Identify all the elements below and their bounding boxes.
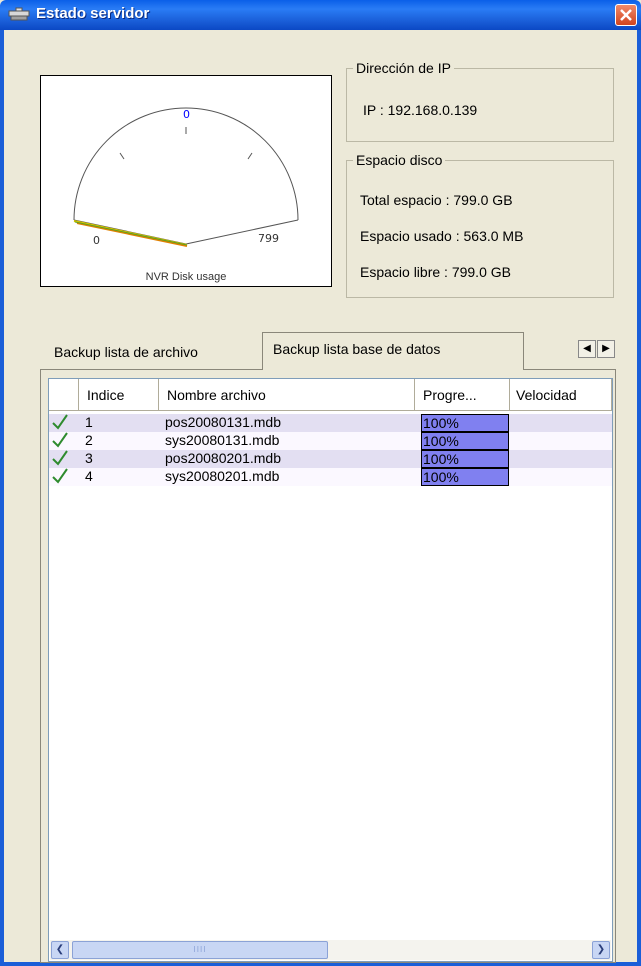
row-progress: 100% <box>421 414 509 432</box>
gauge-top-label: 0 <box>183 108 190 121</box>
tab-file-backup-list[interactable]: Backup lista de archivo <box>54 344 198 360</box>
window-title: Estado servidor <box>36 5 150 22</box>
title-bar: Estado servidor <box>0 0 641 30</box>
table-row[interactable]: 2 sys20080131.mdb 100% <box>49 432 612 450</box>
row-index: 4 <box>85 468 93 484</box>
list-header: Indice Nombre archivo Progre... Velocida… <box>49 379 612 411</box>
gauge-tick <box>119 152 125 160</box>
gauge-max-line <box>185 219 299 245</box>
window-frame <box>637 30 641 966</box>
gauge-tick <box>247 152 253 160</box>
ip-group-legend: Dirección de IP <box>356 60 451 76</box>
horizontal-scrollbar[interactable]: ❮ IIII ❯ <box>50 940 611 960</box>
table-row[interactable]: 1 pos20080131.mdb 100% <box>49 414 612 432</box>
column-header-speed[interactable]: Velocidad <box>510 379 612 411</box>
gauge-min-label: 0 <box>93 234 100 247</box>
row-filename: pos20080201.mdb <box>165 450 281 466</box>
gauge-drawing: 0 0 799 <box>73 107 299 247</box>
disk-total: Total espacio : 799.0 GB <box>360 192 513 208</box>
checkmark-icon <box>52 450 68 466</box>
close-button[interactable] <box>615 4 637 26</box>
gauge-arc <box>73 107 299 221</box>
scrollbar-thumb[interactable]: IIII <box>72 941 328 959</box>
checkmark-icon <box>52 468 68 484</box>
close-icon <box>620 9 632 21</box>
column-header-index[interactable]: Indice <box>79 379 159 411</box>
ip-address: IP : 192.168.0.139 <box>363 102 478 118</box>
table-row[interactable]: 3 pos20080201.mdb 100% <box>49 450 612 468</box>
arrow-right-icon: ❯ <box>596 944 606 955</box>
gauge-needle <box>73 220 188 247</box>
disk-usage-gauge: 0 0 799 NVR Disk usage <box>40 75 332 287</box>
disk-used: Espacio usado : 563.0 MB <box>360 228 524 244</box>
gauge-max-label: 799 <box>258 232 279 245</box>
row-filename: pos20080131.mdb <box>165 414 281 430</box>
tab-scroll-left-button[interactable]: ◀ <box>578 340 596 358</box>
backup-file-list[interactable]: Indice Nombre archivo Progre... Velocida… <box>48 378 613 962</box>
tab-scroll-right-button[interactable]: ▶ <box>597 340 615 358</box>
row-index: 1 <box>85 414 93 430</box>
table-row[interactable]: 4 sys20080201.mdb 100% <box>49 468 612 486</box>
tab-database-backup-list[interactable]: Backup lista base de datos <box>262 332 524 370</box>
server-icon <box>8 7 30 21</box>
column-header-status[interactable] <box>49 379 79 411</box>
row-filename: sys20080131.mdb <box>165 432 280 448</box>
row-progress: 100% <box>421 432 509 450</box>
disk-space-legend: Espacio disco <box>356 152 443 168</box>
checkmark-icon <box>52 414 68 430</box>
column-header-filename[interactable]: Nombre archivo <box>159 379 415 411</box>
row-index: 3 <box>85 450 93 466</box>
row-filename: sys20080201.mdb <box>165 468 280 484</box>
row-progress: 100% <box>421 450 509 468</box>
tab-label: Backup lista base de datos <box>273 341 441 357</box>
window-frame <box>0 30 4 966</box>
grip-icon: IIII <box>193 945 207 954</box>
row-progress: 100% <box>421 468 509 486</box>
ip-group: Dirección de IP <box>346 60 614 142</box>
triangle-right-icon: ▶ <box>602 343 610 354</box>
triangle-left-icon: ◀ <box>583 343 591 354</box>
row-index: 2 <box>85 432 93 448</box>
arrow-left-icon: ❮ <box>55 944 65 955</box>
scroll-right-button[interactable]: ❯ <box>592 941 610 959</box>
disk-free: Espacio libre : 799.0 GB <box>360 264 511 280</box>
checkmark-icon <box>52 432 68 448</box>
gauge-caption: NVR Disk usage <box>145 271 227 283</box>
scroll-left-button[interactable]: ❮ <box>51 941 69 959</box>
column-header-progress[interactable]: Progre... <box>415 379 510 411</box>
